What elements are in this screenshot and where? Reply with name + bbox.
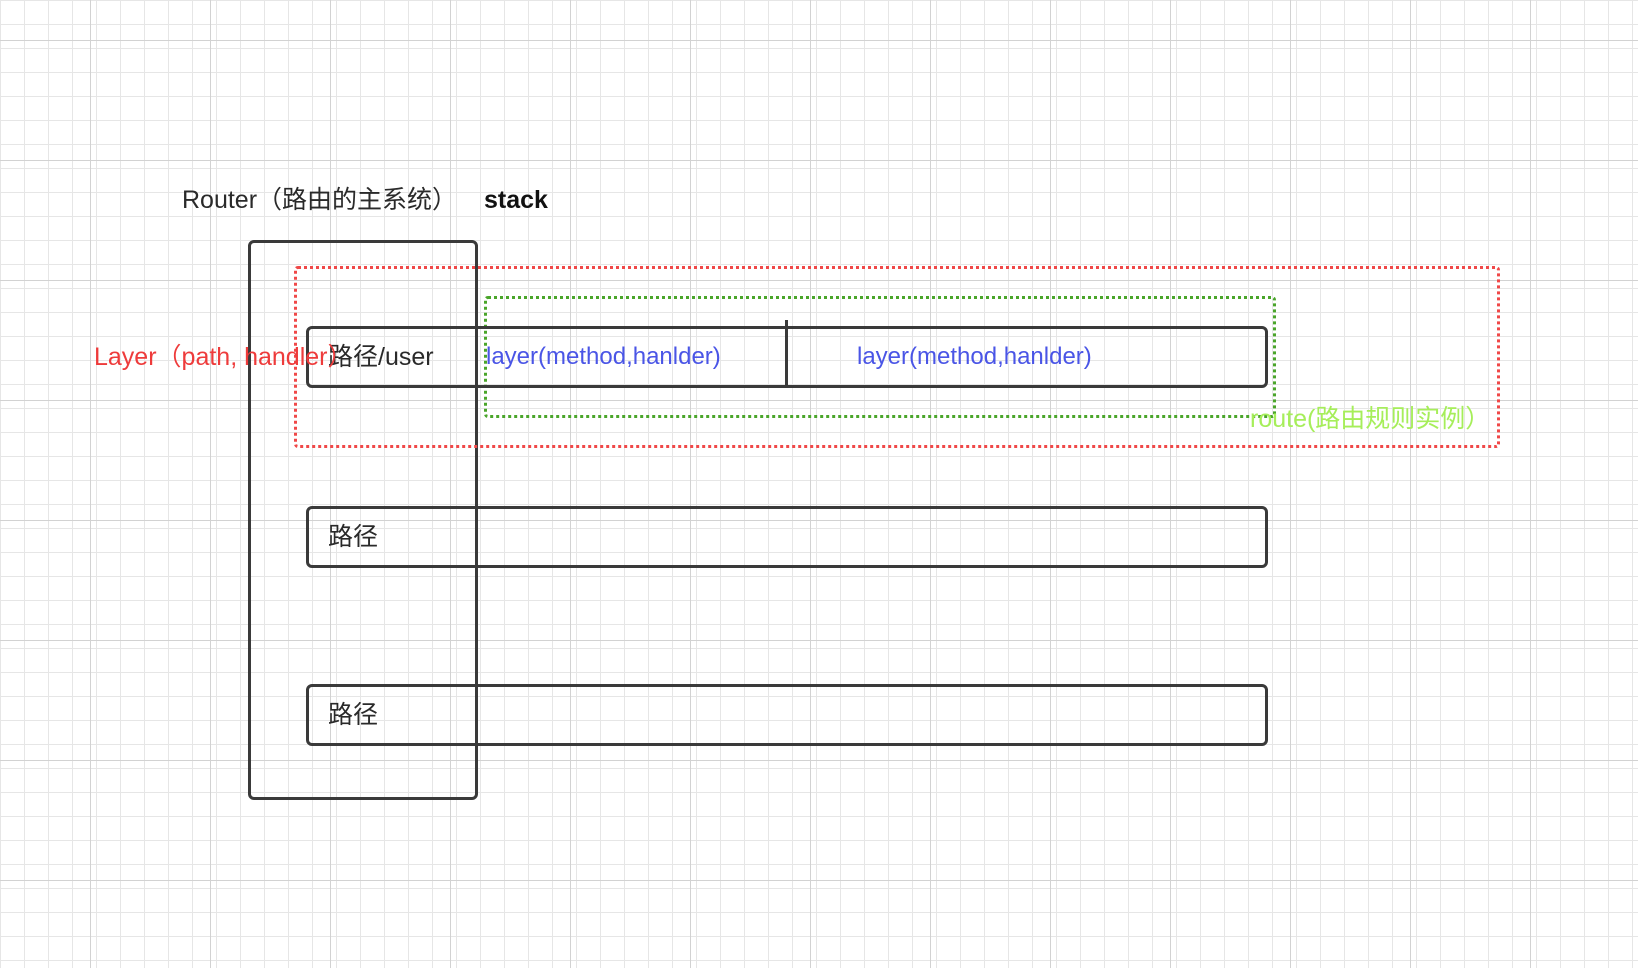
grid-background bbox=[0, 0, 1638, 968]
row-path-label: 路径 bbox=[328, 523, 379, 551]
route-layer-2[interactable]: layer(method,hanlder) bbox=[857, 345, 1092, 369]
layer-row-3[interactable] bbox=[306, 684, 1268, 746]
route-label: route(路由规则实例） bbox=[1250, 405, 1491, 433]
route-handler-divider bbox=[785, 320, 788, 386]
route-layer-1[interactable]: layer(method,hanlder) bbox=[486, 345, 721, 369]
row-path-label: 路径 bbox=[328, 701, 379, 729]
layer-row-2[interactable] bbox=[306, 506, 1268, 568]
router-title: Router（路由的主系统） bbox=[182, 186, 458, 214]
layer-label: Layer（path, handler） bbox=[94, 343, 353, 371]
stack-label: stack bbox=[484, 186, 548, 214]
